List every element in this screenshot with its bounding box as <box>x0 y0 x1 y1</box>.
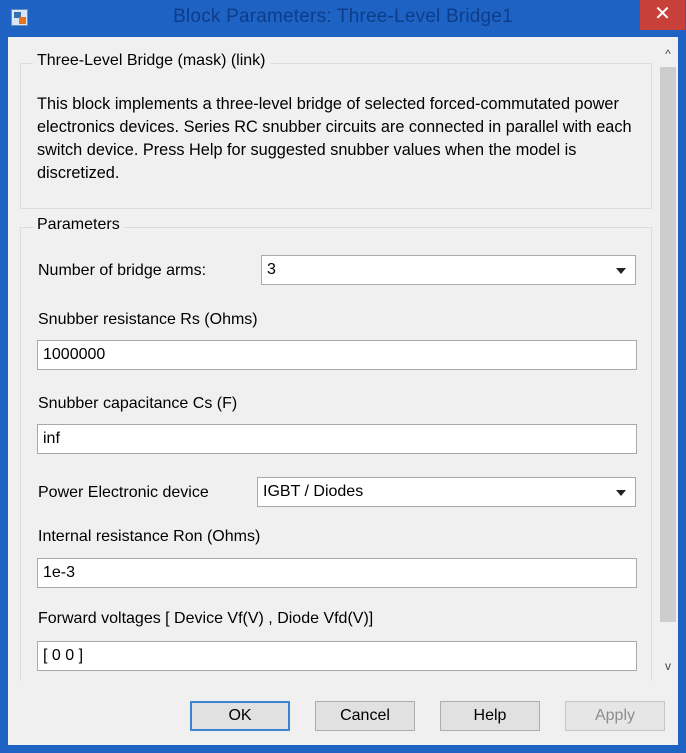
dialog-button-row: OK Cancel Help Apply <box>8 681 678 745</box>
apply-button[interactable]: Apply <box>565 701 665 731</box>
forward-voltages-label: Forward voltages [ Device Vf(V) , Diode … <box>38 610 374 627</box>
bridge-arms-value: 3 <box>267 261 276 278</box>
snubber-capacitance-label: Snubber capacitance Cs (F) <box>38 395 238 412</box>
scrollbar-thumb[interactable] <box>660 67 676 622</box>
scroll-up-icon[interactable]: ^ <box>658 45 678 63</box>
chevron-down-icon <box>616 490 626 496</box>
dialog-client-area: Three-Level Bridge (mask) (link) This bl… <box>8 37 678 745</box>
chevron-down-icon <box>616 268 626 274</box>
device-label: Power Electronic device <box>38 484 209 501</box>
scroll-down-icon[interactable]: v <box>658 657 678 675</box>
parameters-group-legend: Parameters <box>33 216 124 234</box>
snubber-capacitance-input[interactable]: inf <box>37 424 637 454</box>
parameter-scroll-area: Three-Level Bridge (mask) (link) This bl… <box>8 37 658 681</box>
cancel-button[interactable]: Cancel <box>315 701 415 731</box>
bridge-arms-label: Number of bridge arms: <box>38 262 207 279</box>
internal-resistance-input[interactable]: 1e-3 <box>37 558 637 588</box>
window-title: Block Parameters: Three-Level Bridge1 <box>173 6 513 27</box>
mask-description-text: This block implements a three-level brid… <box>37 95 632 182</box>
dialog-window: Block Parameters: Three-Level Bridge1 ✕ … <box>0 0 686 753</box>
help-button[interactable]: Help <box>440 701 540 731</box>
internal-resistance-label: Internal resistance Ron (Ohms) <box>38 528 261 545</box>
vertical-scrollbar[interactable]: ^ v <box>658 37 678 681</box>
forward-voltages-input[interactable]: [ 0 0 ] <box>37 641 637 671</box>
bridge-arms-dropdown[interactable]: 3 <box>261 255 636 285</box>
mask-group-legend: Three-Level Bridge (mask) (link) <box>33 52 270 70</box>
title-bar[interactable]: Block Parameters: Three-Level Bridge1 ✕ <box>0 0 686 36</box>
snubber-resistance-input[interactable]: 1000000 <box>37 340 637 370</box>
device-value: IGBT / Diodes <box>263 483 364 500</box>
close-button[interactable]: ✕ <box>640 0 685 30</box>
device-dropdown[interactable]: IGBT / Diodes <box>257 477 636 507</box>
snubber-resistance-label: Snubber resistance Rs (Ohms) <box>38 311 258 328</box>
ok-button[interactable]: OK <box>190 701 290 731</box>
